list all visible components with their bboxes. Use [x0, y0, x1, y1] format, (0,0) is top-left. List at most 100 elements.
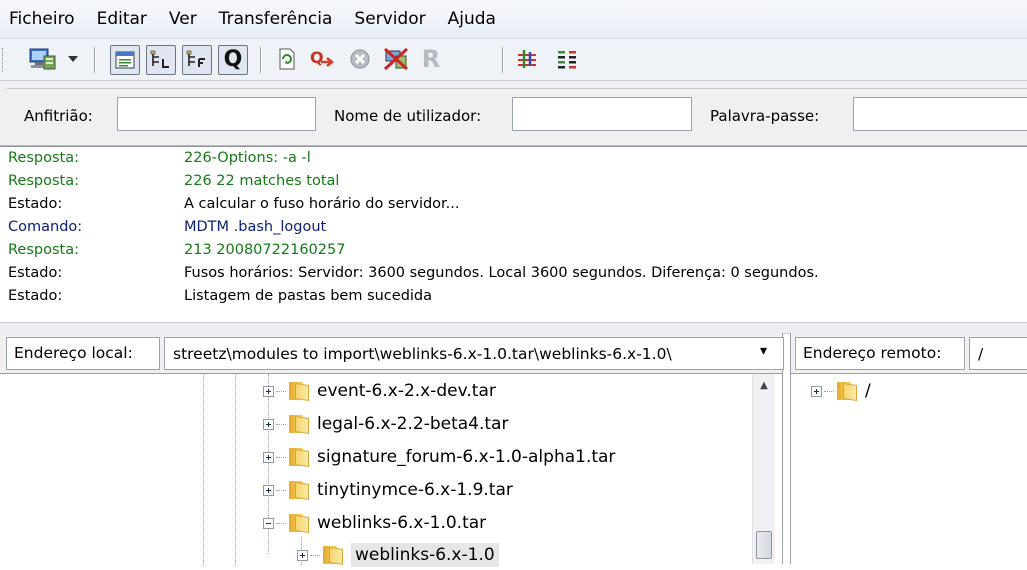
reconnect-icon: R — [421, 45, 441, 73]
tree-item-label: weblinks-6.x-1.0.tar — [317, 513, 487, 533]
menu-transferencia[interactable]: Transferência — [208, 9, 344, 29]
toggle-log-icon — [115, 51, 135, 69]
log-message: Fusos horários: Servidor: 3600 segundos.… — [184, 265, 819, 281]
local-address-bar: Endereço local: streetz\modules to impor… — [0, 333, 784, 373]
expand-icon[interactable] — [263, 418, 274, 430]
cancel-button[interactable] — [344, 45, 376, 73]
collapse-icon[interactable] — [263, 517, 274, 529]
tree-item[interactable]: tinytinymce-6.x-1.9.tar — [263, 475, 513, 505]
toolbar: Q Q R — [0, 39, 1027, 81]
folder-icon — [289, 514, 309, 533]
tree-connector — [276, 522, 286, 524]
menu-ficheiro[interactable]: Ficheiro — [0, 9, 86, 29]
expand-icon[interactable] — [297, 549, 308, 561]
menu-servidor[interactable]: Servidor — [343, 9, 436, 29]
host-label: Anfitrião: — [24, 107, 93, 125]
password-input[interactable] — [853, 97, 1027, 131]
toggle-log-button[interactable] — [110, 45, 140, 75]
folder-icon — [289, 448, 309, 467]
menu-editar[interactable]: Editar — [86, 9, 158, 29]
log-type: Resposta: — [8, 150, 79, 166]
log-type: Comando: — [8, 219, 83, 235]
toolbar-grip — [2, 48, 5, 72]
tree-connector — [824, 390, 834, 392]
log-type: Estado: — [8, 265, 63, 281]
menu-ver[interactable]: Ver — [158, 9, 208, 29]
toggle-remote-tree-icon — [186, 50, 205, 67]
log-message: 213 20080722160257 — [184, 242, 346, 258]
remote-address-label: Endereço remoto: — [803, 344, 942, 362]
dropdown-arrow-icon — [68, 56, 78, 62]
local-panel: Endereço local: streetz\modules to impor… — [0, 333, 784, 567]
scroll-up-icon[interactable]: ▲ — [753, 374, 775, 396]
filter-button[interactable] — [512, 45, 542, 73]
tree-connector — [276, 390, 286, 392]
log-type: Resposta: — [8, 173, 79, 189]
remote-address-bar: Endereço remoto: / — [791, 333, 1027, 373]
local-tree[interactable]: event-6.x-2.x-dev.tar legal-6.x-2.2-beta… — [0, 373, 782, 567]
quickconnect-border — [7, 88, 1027, 89]
local-tree-scrollbar[interactable]: ▲ — [752, 374, 775, 564]
tree-item-label: weblinks-6.x-1.0 — [351, 543, 499, 567]
tree-item[interactable]: / — [811, 376, 871, 406]
disconnect-icon — [383, 47, 409, 71]
process-queue-button[interactable]: Q — [306, 45, 340, 73]
folder-icon — [289, 415, 309, 434]
tree-item-label: tinytinymce-6.x-1.9.tar — [317, 480, 513, 500]
site-manager-button[interactable] — [24, 45, 60, 73]
log-message: MDTM .bash_logout — [184, 219, 327, 235]
username-input[interactable] — [512, 97, 692, 131]
compare-icon — [558, 51, 576, 69]
tree-item[interactable]: weblinks-6.x-1.0.tar — [263, 508, 486, 538]
log-message: 226-Options: -a -l — [184, 150, 311, 166]
cancel-icon — [350, 49, 370, 69]
host-input[interactable] — [117, 97, 316, 131]
filter-icon — [518, 50, 536, 68]
tree-connector — [310, 554, 320, 556]
disconnect-button[interactable] — [380, 45, 412, 73]
toolbar-separator — [260, 47, 262, 73]
tree-item-selected[interactable]: weblinks-6.x-1.0 — [297, 540, 499, 570]
folder-icon — [289, 382, 309, 401]
compare-button[interactable] — [552, 45, 582, 73]
tree-item[interactable]: event-6.x-2.x-dev.tar — [263, 376, 496, 406]
message-log[interactable]: Resposta: 226-Options: -a -l Resposta: 2… — [0, 146, 1027, 322]
tree-item-label: / — [865, 381, 871, 401]
remote-address-value: / — [978, 345, 984, 363]
log-type: Estado: — [8, 288, 63, 304]
site-manager-dropdown[interactable] — [63, 45, 83, 73]
log-type: Resposta: — [8, 242, 79, 258]
tree-connector — [276, 423, 286, 425]
local-address-input[interactable]: streetz\modules to import\weblinks-6.x-1… — [164, 337, 784, 370]
reconnect-button[interactable]: R — [416, 45, 446, 73]
quickconnect-bar: Anfitrião: Nome de utilizador: Palavra-p… — [0, 81, 1027, 146]
expand-icon[interactable] — [811, 385, 822, 397]
chevron-down-icon[interactable]: ▾ — [760, 343, 767, 359]
tree-connector — [276, 456, 286, 458]
refresh-button[interactable] — [272, 45, 302, 73]
scrollbar-thumb[interactable] — [756, 531, 772, 559]
menu-ajuda[interactable]: Ajuda — [437, 9, 507, 29]
tree-item[interactable]: legal-6.x-2.2-beta4.tar — [263, 409, 508, 439]
tree-guide-line — [203, 374, 204, 565]
site-manager-icon — [29, 48, 56, 70]
remote-tree[interactable]: / — [791, 373, 1027, 565]
process-queue-icon: Q — [310, 48, 335, 67]
folder-icon — [289, 481, 309, 500]
toggle-local-tree-icon — [150, 50, 169, 68]
queue-icon: Q — [223, 47, 243, 72]
toggle-remote-tree-button[interactable] — [182, 45, 212, 75]
svg-text:Q: Q — [310, 48, 324, 67]
tree-guide-line — [235, 374, 236, 565]
expand-icon[interactable] — [263, 385, 274, 397]
log-type: Estado: — [8, 196, 63, 212]
folder-icon — [323, 546, 343, 565]
menu-bar: Ficheiro Editar Ver Transferência Servid… — [0, 0, 1027, 39]
remote-address-input[interactable]: / — [969, 337, 1027, 370]
local-address-value: streetz\modules to import\weblinks-6.x-1… — [173, 345, 672, 363]
toggle-queue-button[interactable]: Q — [218, 45, 248, 75]
expand-icon[interactable] — [263, 451, 274, 463]
tree-item[interactable]: signature_forum-6.x-1.0-alpha1.tar — [263, 442, 615, 472]
toggle-local-tree-button[interactable] — [146, 45, 176, 75]
expand-icon[interactable] — [263, 484, 274, 496]
